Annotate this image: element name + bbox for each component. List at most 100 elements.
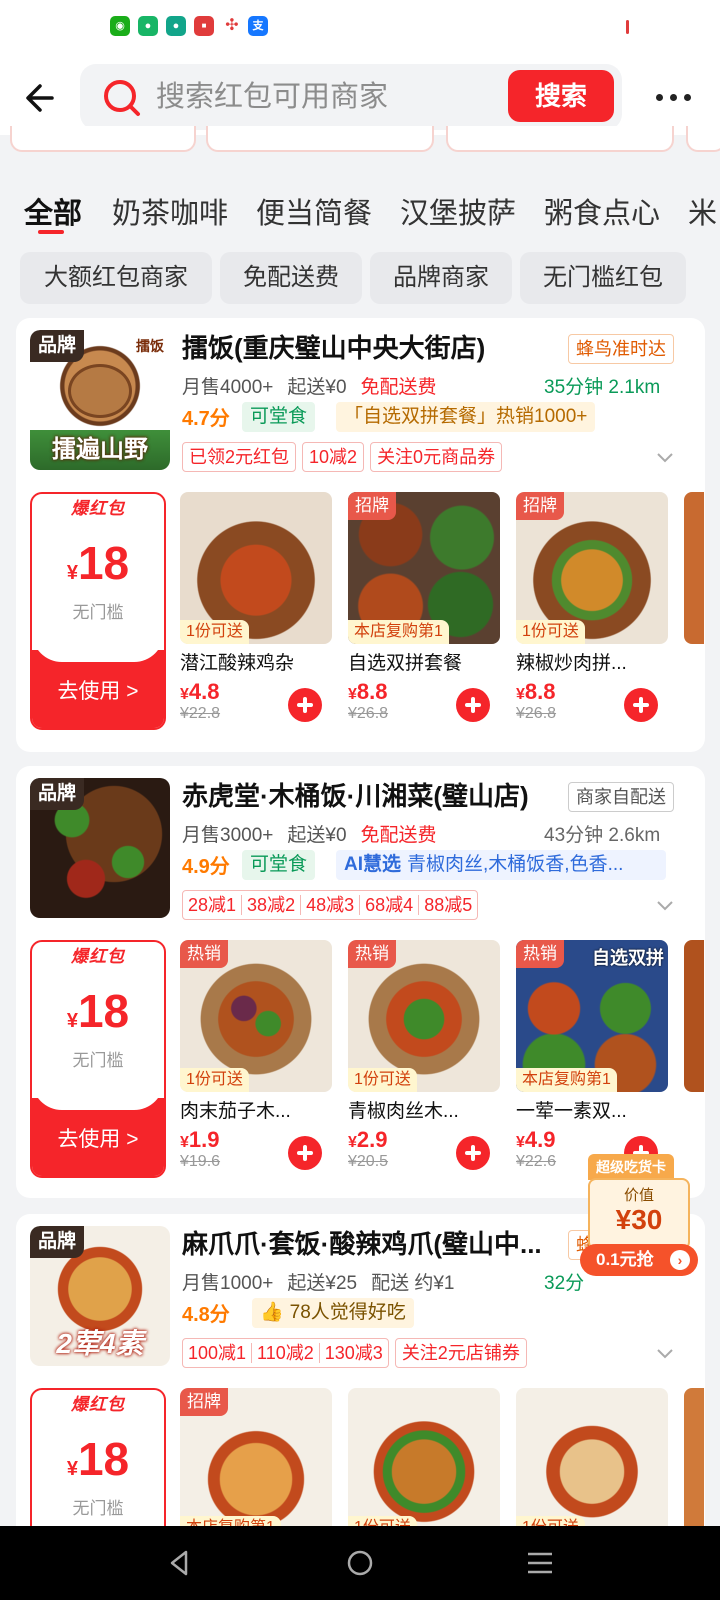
brand-badge: 品牌 [30,330,85,362]
dish-image[interactable]: 招牌 1份可送 [516,492,668,644]
redpack-coupon[interactable]: 爆红包 ¥18 无门槛 去使用 > [30,492,166,730]
add-to-cart-button[interactable] [288,1136,322,1170]
dish-item[interactable]: 招牌 本店复购第1 [180,1388,332,1540]
shop-meta: 月售4000+ 起送¥0 免配送费 [182,372,437,399]
dish-item[interactable]: 1份可送 [516,1388,668,1540]
tab-burger-pizza[interactable]: 汉堡披萨 [400,190,516,232]
promo-body: 价值 ¥30 [588,1178,690,1250]
tab-bento[interactable]: 便当简餐 [256,190,372,232]
shop-name[interactable]: 麻爪爪·套饭·酸辣鸡爪(璧山中... [182,1224,542,1261]
dish-image[interactable]: 1份可送 [516,1388,668,1540]
delivery-tag: 蜂鸟准时达 [568,334,674,364]
banner-tab[interactable] [686,126,720,152]
dish-badge-bottom: 1份可送 [180,620,249,644]
more-icon [656,94,663,101]
dish-image[interactable]: 招牌 本店复购第1 [180,1388,332,1540]
more-menu-button[interactable] [652,78,696,114]
chevron-down-icon[interactable] [656,896,674,914]
logo-text: 擂遍山野 [52,436,148,463]
search-button[interactable]: 搜索 [508,70,614,122]
brand-badge: 品牌 [30,1226,85,1258]
add-to-cart-button[interactable] [456,688,490,722]
dish-item-peek[interactable] [684,1388,704,1540]
nav-home-icon[interactable] [340,1546,380,1580]
foodie-card-promo[interactable]: 超级吃货卡 价值 ¥30 0.1元抢 › [580,1148,698,1276]
search-box[interactable]: 搜索红包可用商家 搜索 [80,64,622,130]
monthly-sales: 月售1000+ [182,1273,274,1294]
shop-name[interactable]: 赤虎堂·木桶饭·川湘菜(璧山店) [182,776,529,813]
dine-in-tag: 可堂食 [242,402,316,432]
dish-item-peek[interactable] [684,940,704,1092]
filter-brand[interactable]: 品牌商家 [370,252,512,304]
coupon-list: 100减1 110减2 130减3 关注2元店铺券 [182,1338,533,1368]
monthly-sales: 月售3000+ [182,825,274,846]
use-redpack-button[interactable]: 去使用 > [32,632,164,728]
tab-congee-snack[interactable]: 粥食点心 [544,190,660,232]
back-button[interactable] [22,76,66,120]
shop-logo[interactable]: 品牌 擂饭 擂遍山野 [30,330,170,470]
shop-card[interactable]: 品牌 擂饭 擂遍山野 擂饭(重庆璧山中央大街店) 蜂鸟准时达 月售4000+ 起送… [16,318,705,752]
dish-image[interactable]: 热销 自选双拼 本店复购第1 [516,940,668,1092]
dish-image[interactable]: 热销 1份可送 [180,940,332,1092]
use-redpack-button[interactable]: 去使用 > [32,1080,164,1176]
banner-tab[interactable] [446,126,674,152]
category-tabs: 全部 奶茶咖啡 便当简餐 汉堡披萨 粥食点心 米 [0,152,720,260]
ai-pick-tag: AI慧选 青椒肉丝,木桶饭香,色香... [336,850,666,880]
dish-item[interactable]: 1份可送 [348,1388,500,1540]
redpack-amount: ¥18 [66,1433,130,1485]
dish-item[interactable]: 热销 1份可送 肉末茄子木... ¥1.9 ¥19.6 [180,940,332,1171]
redpack-coupon[interactable]: 爆红包 ¥18 无门槛 去使用 > [30,940,166,1178]
redpack-condition: 无门槛 [72,1051,124,1070]
chevron-down-icon[interactable] [656,1344,674,1362]
dish-name: 一荤一素双... [516,1101,627,1122]
dish-badge: 热销 [180,940,228,968]
wechat-icon: ◉ [110,16,130,36]
promo-grab-button[interactable]: 0.1元抢 › [580,1244,698,1276]
tab-all[interactable]: 全部 [24,190,82,232]
banner-tab[interactable] [10,126,196,152]
dish-item[interactable]: 招牌 1份可送 辣椒炒肉拼... ¥8.8 ¥26.8 [516,492,668,723]
ai-pick-label: AI慧选 [344,854,402,875]
dish-item[interactable]: 招牌 本店复购第1 自选双拼套餐 ¥8.8 ¥26.8 [348,492,500,723]
delivery-tag: 商家自配送 [568,782,674,812]
redpack-label: 爆红包 [71,947,125,966]
shop-logo[interactable]: 品牌 [30,778,170,918]
dish-badge-bottom: 本店复购第1 [516,1068,617,1092]
banner-tab[interactable] [206,126,434,152]
coupon-tag: 关注2元店铺券 [394,1338,527,1368]
filter-big-redpack[interactable]: 大额红包商家 [20,252,212,304]
tab-rice[interactable]: 米 [688,190,717,232]
nav-recents-icon[interactable] [520,1546,560,1580]
shop-meta: 月售1000+ 起送¥25 配送 约¥1 [182,1268,455,1295]
dish-item[interactable]: 热销 1份可送 青椒肉丝木... ¥2.9 ¥20.5 [348,940,500,1171]
dish-item[interactable]: 热销 自选双拼 本店复购第1 一荤一素双... ¥4.9 ¥22.6 [516,940,668,1171]
add-to-cart-button[interactable] [288,688,322,722]
dish-item-peek[interactable] [684,492,704,644]
dish-name: 自选双拼套餐 [348,653,463,674]
min-order: 起送¥0 [287,377,347,398]
chevron-down-icon[interactable] [656,448,674,466]
filter-free-delivery[interactable]: 免配送费 [220,252,362,304]
min-order: 起送¥0 [287,825,347,846]
add-to-cart-button[interactable] [456,1136,490,1170]
rating: 4.7分 [182,408,230,430]
tab-tea-coffee[interactable]: 奶茶咖啡 [112,190,228,232]
redpack-condition: 无门槛 [72,603,124,622]
dish-badge: 招牌 [180,1388,228,1416]
dish-image[interactable]: 1份可送 [348,1388,500,1540]
dish-image[interactable]: 热销 1份可送 [348,940,500,1092]
shop-card[interactable]: 品牌 赤虎堂·木桶饭·川湘菜(璧山店) 商家自配送 月售3000+ 起送¥0 免配送… [16,766,705,1198]
dish-name: 辣椒炒肉拼... [516,653,627,674]
dish-image[interactable]: 招牌 本店复购第1 [348,492,500,644]
redpack-amount: ¥18 [66,537,130,589]
dish-item[interactable]: 1份可送 潜江酸辣鸡杂 ¥4.8 ¥22.8 [180,492,332,723]
shop-name[interactable]: 擂饭(重庆璧山中央大街店) [182,328,485,365]
shop-logo[interactable]: 品牌 2荤4素 [30,1226,170,1366]
add-to-cart-button[interactable] [624,688,658,722]
nav-back-icon[interactable] [160,1546,200,1580]
battery-indicator [626,20,629,34]
filter-no-threshold[interactable]: 无门槛红包 [520,252,686,304]
search-input[interactable]: 搜索红包可用商家 [156,64,388,130]
dish-image[interactable]: 1份可送 [180,492,332,644]
store-icon: ■ [194,16,214,36]
